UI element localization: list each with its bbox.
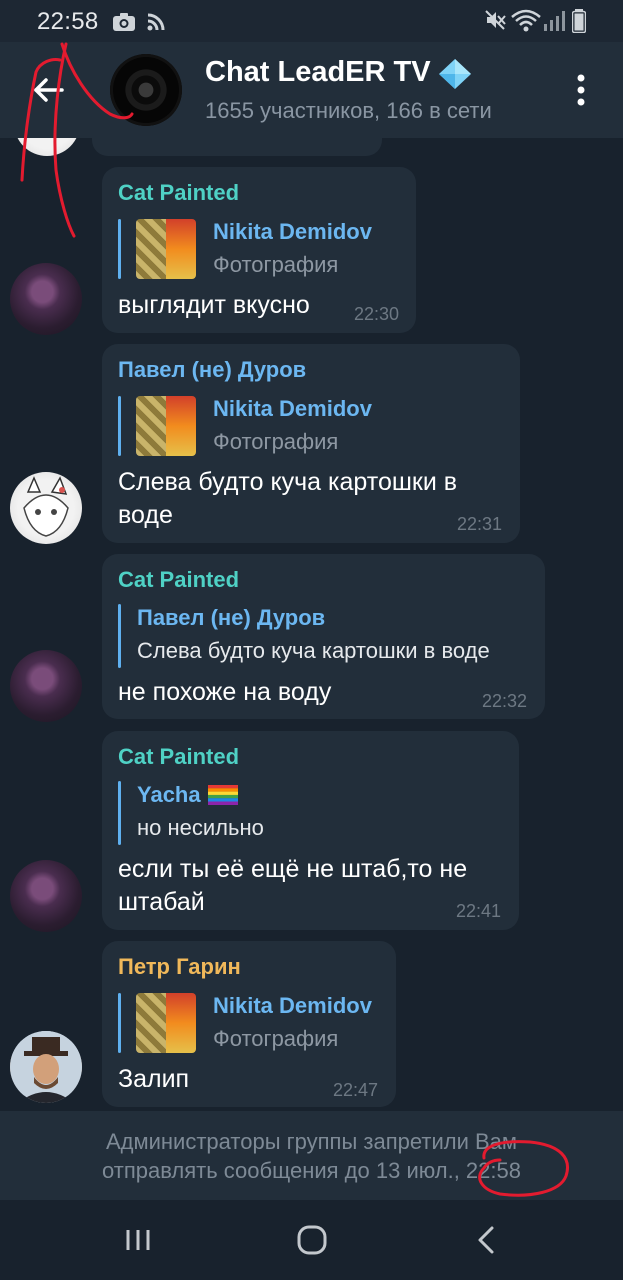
sender-name[interactable]: Cat Painted bbox=[118, 744, 239, 770]
message-list[interactable]: Cat Painted Nikita Demidov Фотография вы… bbox=[0, 138, 623, 1111]
message-time: 22:30 bbox=[354, 304, 400, 324]
reply-bar bbox=[118, 604, 121, 668]
restriction-text-line: Администраторы группы запретили Вам bbox=[105, 1129, 518, 1154]
camera-icon bbox=[113, 13, 135, 31]
battery-icon bbox=[572, 9, 586, 33]
reply-text: но несильно bbox=[137, 815, 264, 840]
more-menu-icon[interactable] bbox=[566, 70, 596, 110]
reply-author[interactable]: Nikita Demidov bbox=[213, 219, 372, 245]
message-bubble[interactable]: Cat Painted Yacha но несильно если ты её… bbox=[102, 731, 519, 930]
message-bubble[interactable]: Cat Painted Павел (не) Дуров Слева будто… bbox=[102, 554, 545, 719]
message-text-line: если ты её ещё не штаб,то не bbox=[118, 855, 468, 883]
reply-bar bbox=[118, 993, 121, 1053]
reply-text: Фотография bbox=[213, 429, 339, 454]
reply-bar bbox=[118, 396, 121, 456]
avatar[interactable] bbox=[10, 650, 82, 722]
reply-author[interactable]: Yacha bbox=[137, 782, 201, 808]
reply-thumbnail[interactable] bbox=[136, 993, 196, 1053]
message-bubble[interactable]: Петр Гарин Nikita Demidov Фотография Зал… bbox=[102, 941, 396, 1107]
back-nav-icon[interactable] bbox=[466, 1222, 506, 1258]
message-time: 22:47 bbox=[333, 1080, 379, 1100]
recent-apps-icon[interactable] bbox=[118, 1222, 158, 1258]
rainbow-flag-icon bbox=[208, 785, 238, 805]
rss-icon bbox=[147, 13, 165, 31]
back-arrow-icon[interactable] bbox=[22, 64, 74, 116]
reply-author[interactable]: Павел (не) Дуров bbox=[137, 605, 325, 631]
message-time: 22:41 bbox=[456, 901, 502, 921]
message-bubble-partial[interactable] bbox=[92, 138, 382, 156]
reply-bar bbox=[118, 219, 121, 279]
message-text: Залип bbox=[118, 1065, 190, 1093]
restriction-text-line: отправлять сообщения до 13 июл., 22:58 bbox=[102, 1158, 521, 1183]
avatar[interactable] bbox=[10, 860, 82, 932]
chat-header: Chat LeadER TV 1655 участников, 166 в се… bbox=[0, 42, 623, 138]
sender-name[interactable]: Павел (не) Дуров bbox=[118, 357, 306, 383]
home-icon[interactable] bbox=[292, 1222, 332, 1258]
avatar[interactable] bbox=[10, 1031, 82, 1103]
message-time: 22:31 bbox=[457, 514, 503, 534]
anime-avatar-art bbox=[23, 476, 69, 537]
avatar[interactable] bbox=[10, 472, 82, 544]
sender-name[interactable]: Петр Гарин bbox=[118, 954, 241, 980]
chat-subtitle: 1655 участников, 166 в сети bbox=[205, 98, 492, 123]
portrait-avatar-art bbox=[10, 1031, 82, 1103]
wifi-icon bbox=[511, 9, 541, 32]
reply-text: Фотография bbox=[213, 1026, 339, 1051]
reply-author[interactable]: Nikita Demidov bbox=[213, 396, 372, 422]
diamond-icon bbox=[439, 59, 471, 89]
message-bubble[interactable]: Cat Painted Nikita Demidov Фотография вы… bbox=[102, 167, 416, 333]
mute-icon bbox=[485, 10, 506, 30]
message-text-line: Слева будто куча картошки в bbox=[118, 468, 458, 496]
message-text: выглядит вкусно bbox=[118, 291, 310, 319]
status-bar: 22:58 bbox=[0, 0, 623, 42]
system-navigation-bar bbox=[0, 1200, 623, 1280]
reply-text: Фотография bbox=[213, 252, 339, 277]
reply-text: Слева будто куча картошки в воде bbox=[137, 638, 490, 663]
reply-bar bbox=[118, 781, 121, 845]
chat-title[interactable]: Chat LeadER TV bbox=[205, 56, 431, 89]
reply-thumbnail[interactable] bbox=[136, 396, 196, 456]
message-text-line: штабай bbox=[118, 888, 205, 916]
message-text-line: воде bbox=[118, 501, 173, 529]
reply-thumbnail[interactable] bbox=[136, 219, 196, 279]
chat-avatar[interactable] bbox=[110, 54, 182, 126]
status-time: 22:58 bbox=[37, 8, 99, 35]
sender-name[interactable]: Cat Painted bbox=[118, 567, 239, 593]
message-bubble[interactable]: Павел (не) Дуров Nikita Demidov Фотограф… bbox=[102, 344, 520, 543]
restriction-banner: Администраторы группы запретили Вам отпр… bbox=[0, 1111, 623, 1200]
restriction-text: Администраторы группы запретили Вам отпр… bbox=[0, 1127, 623, 1185]
sender-name[interactable]: Cat Painted bbox=[118, 180, 239, 206]
avatar[interactable] bbox=[14, 138, 80, 156]
reply-author[interactable]: Nikita Demidov bbox=[213, 993, 372, 1019]
signal-icon bbox=[544, 11, 565, 31]
message-time: 22:32 bbox=[482, 691, 528, 711]
avatar[interactable] bbox=[10, 263, 82, 335]
message-text: не похоже на воду bbox=[118, 678, 332, 706]
